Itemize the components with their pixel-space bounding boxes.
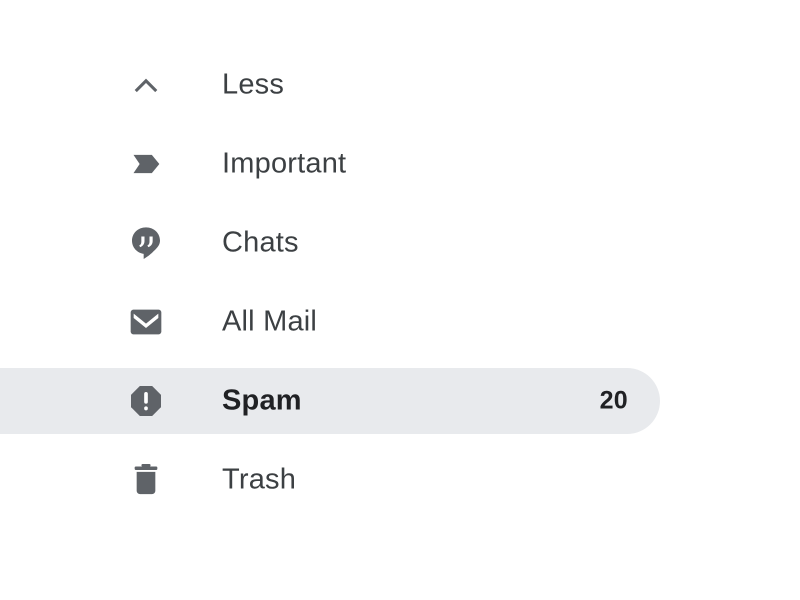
important-label-icon	[126, 144, 166, 184]
sidebar-item-label: Trash	[222, 463, 297, 496]
trash-icon	[126, 460, 166, 500]
chats-bubble-icon	[126, 223, 166, 263]
sidebar-item-count: 20	[599, 386, 628, 415]
sidebar-item-label: All Mail	[222, 305, 318, 338]
mail-sidebar-navigation: Less Important Chats All Mail Spam 20 Tr…	[0, 0, 800, 600]
sidebar-item-spam[interactable]: Spam 20	[0, 368, 660, 434]
sidebar-item-label: Spam	[222, 384, 302, 417]
sidebar-item-label: Important	[222, 147, 347, 180]
spam-octagon-icon	[126, 381, 166, 421]
sidebar-item-important[interactable]: Important	[0, 131, 660, 197]
sidebar-item-label: Less	[222, 68, 285, 101]
envelope-icon	[126, 302, 166, 342]
nav-item-list: Less Important Chats All Mail Spam 20 Tr…	[0, 52, 800, 526]
sidebar-item-less[interactable]: Less	[0, 52, 660, 118]
sidebar-item-trash[interactable]: Trash	[0, 447, 660, 513]
chevron-up-icon	[126, 65, 166, 105]
sidebar-item-label: Chats	[222, 226, 299, 259]
sidebar-item-chats[interactable]: Chats	[0, 210, 660, 276]
sidebar-item-all-mail[interactable]: All Mail	[0, 289, 660, 355]
